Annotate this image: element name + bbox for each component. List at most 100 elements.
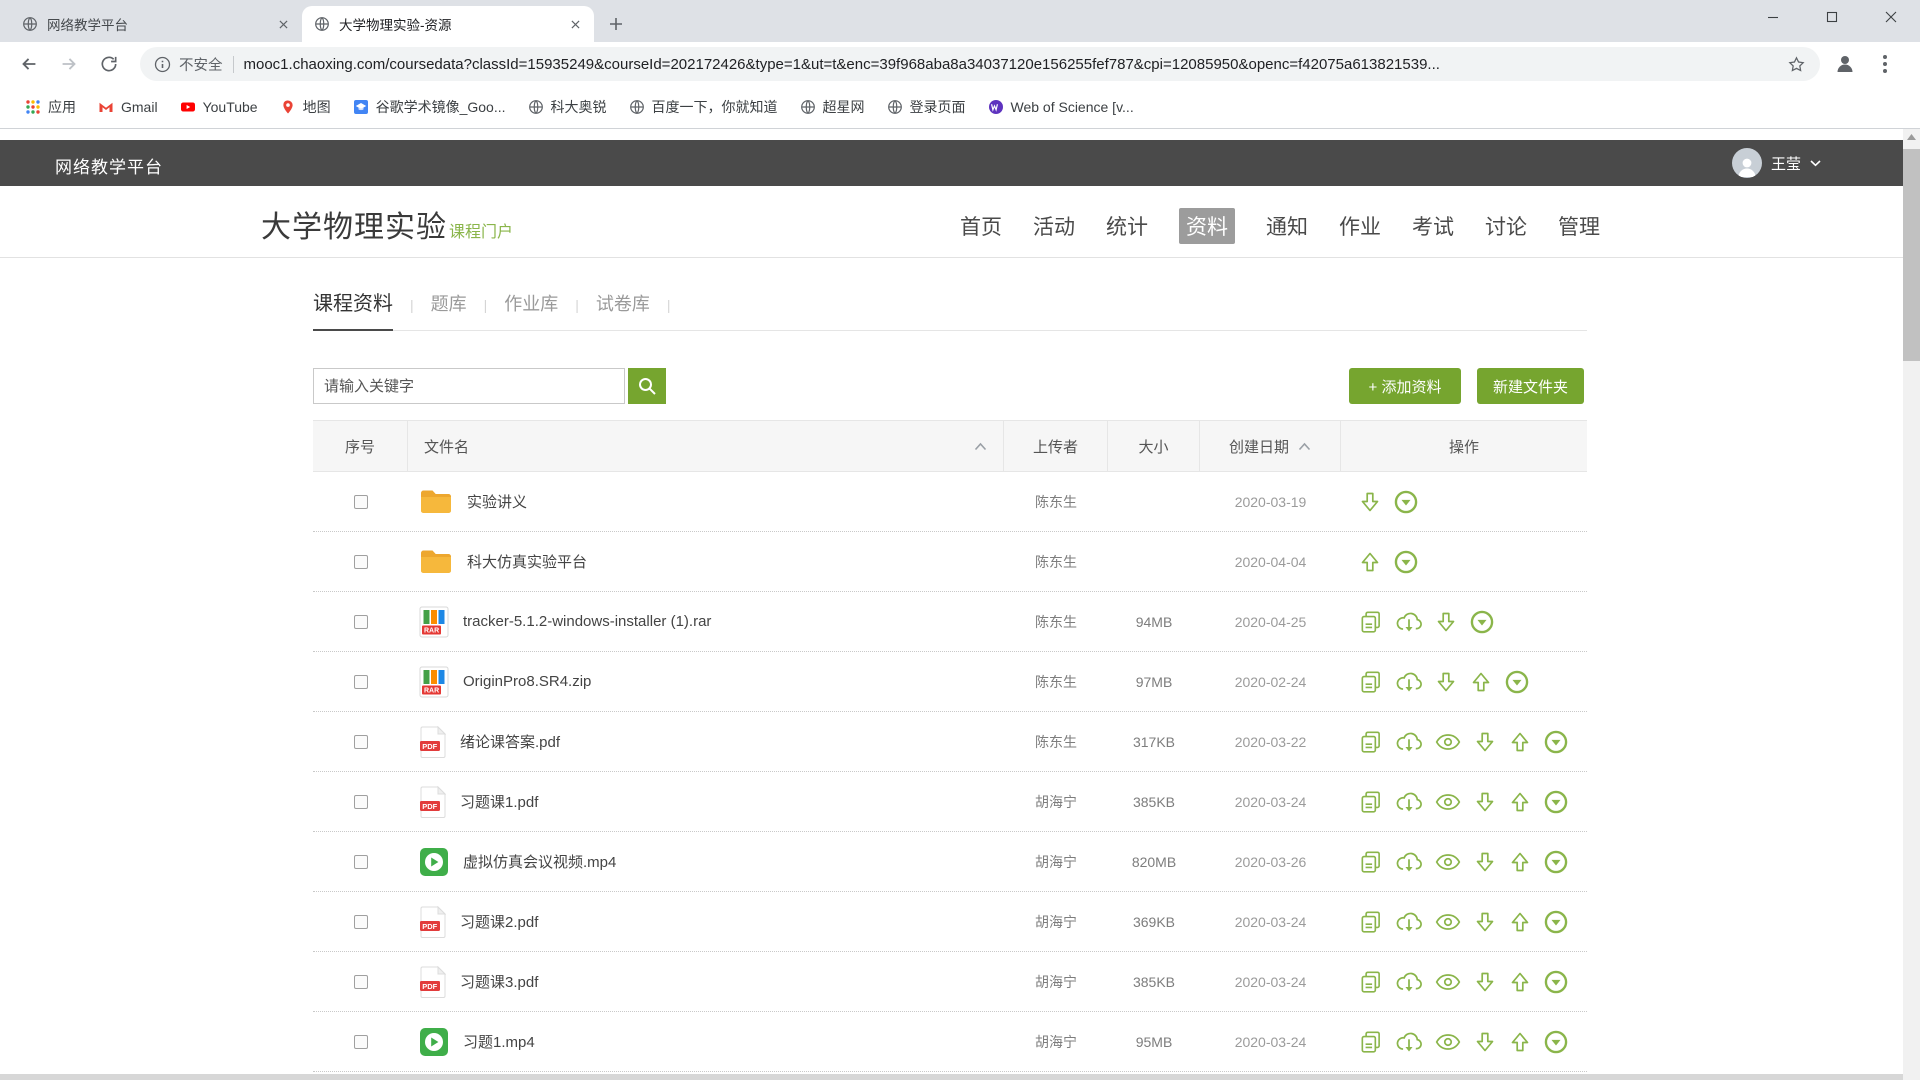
nav-item-1[interactable]: 活动 — [1033, 211, 1075, 241]
nav-item-7[interactable]: 讨论 — [1485, 211, 1527, 241]
eye-icon[interactable] — [1434, 909, 1462, 935]
file-name[interactable]: 习题课2.pdf — [460, 911, 538, 932]
down-arrow-icon[interactable] — [1473, 909, 1497, 935]
down-arrow-icon[interactable] — [1473, 789, 1497, 815]
row-checkbox[interactable] — [354, 1035, 368, 1049]
circle-down-icon[interactable] — [1543, 729, 1569, 755]
eye-icon[interactable] — [1434, 969, 1462, 995]
up-arrow-icon[interactable] — [1508, 789, 1532, 815]
file-name[interactable]: 习题课1.pdf — [460, 791, 538, 812]
add-resource-button[interactable]: + 添加资料 — [1349, 368, 1461, 404]
cloud-download-icon[interactable] — [1395, 1029, 1423, 1055]
eye-icon[interactable] — [1434, 729, 1462, 755]
row-checkbox[interactable] — [354, 495, 368, 509]
bookmark-item-6[interactable]: 百度一下，你就知道 — [618, 93, 789, 121]
down-arrow-icon[interactable] — [1434, 609, 1458, 635]
file-name[interactable]: 实验讲义 — [467, 491, 527, 512]
scroll-up-icon[interactable] — [1903, 129, 1920, 145]
browser-tab-0[interactable]: 网络教学平台 — [10, 6, 302, 42]
bookmark-star-icon[interactable] — [1787, 55, 1806, 74]
site-info-icon[interactable] — [154, 56, 171, 73]
minimize-button[interactable] — [1743, 0, 1802, 33]
nav-item-6[interactable]: 考试 — [1412, 211, 1454, 241]
eye-icon[interactable] — [1434, 849, 1462, 875]
cloud-download-icon[interactable] — [1395, 789, 1423, 815]
subtab-2[interactable]: 作业库 — [504, 290, 558, 329]
back-button[interactable] — [12, 47, 46, 81]
cloud-download-icon[interactable] — [1395, 729, 1423, 755]
bookmark-item-2[interactable]: YouTube — [169, 95, 269, 119]
up-arrow-icon[interactable] — [1358, 549, 1382, 575]
up-arrow-icon[interactable] — [1508, 729, 1532, 755]
menu-dots-icon[interactable] — [1868, 47, 1902, 81]
subtab-3[interactable]: 试卷库 — [596, 290, 650, 329]
vertical-scrollbar[interactable] — [1903, 129, 1920, 1080]
eye-icon[interactable] — [1434, 1029, 1462, 1055]
row-checkbox[interactable] — [354, 675, 368, 689]
down-arrow-icon[interactable] — [1434, 669, 1458, 695]
subtab-1[interactable]: 题库 — [431, 290, 467, 329]
up-arrow-icon[interactable] — [1508, 849, 1532, 875]
sort-caret-icon[interactable] — [974, 442, 987, 451]
profile-icon[interactable] — [1828, 47, 1862, 81]
cloud-download-icon[interactable] — [1395, 849, 1423, 875]
file-name[interactable]: tracker-5.1.2-windows-installer (1).rar — [463, 613, 711, 630]
user-menu[interactable]: 王莹 — [1732, 148, 1821, 178]
circle-down-icon[interactable] — [1543, 1029, 1569, 1055]
up-arrow-icon[interactable] — [1508, 1029, 1532, 1055]
row-checkbox[interactable] — [354, 555, 368, 569]
file-name[interactable]: 习题课3.pdf — [460, 971, 538, 992]
file-name[interactable]: 虚拟仿真会议视频.mp4 — [463, 851, 616, 872]
down-arrow-icon[interactable] — [1358, 489, 1382, 515]
copy-icon[interactable] — [1358, 609, 1384, 635]
circle-down-icon[interactable] — [1393, 549, 1419, 575]
nav-item-5[interactable]: 作业 — [1339, 211, 1381, 241]
down-arrow-icon[interactable] — [1473, 849, 1497, 875]
file-name[interactable]: 习题1.mp4 — [463, 1031, 535, 1052]
nav-item-0[interactable]: 首页 — [960, 211, 1002, 241]
row-checkbox[interactable] — [354, 915, 368, 929]
cloud-download-icon[interactable] — [1395, 969, 1423, 995]
copy-icon[interactable] — [1358, 789, 1384, 815]
circle-down-icon[interactable] — [1504, 669, 1530, 695]
cloud-download-icon[interactable] — [1395, 669, 1423, 695]
scrollbar-thumb[interactable] — [1903, 149, 1920, 361]
circle-down-icon[interactable] — [1543, 849, 1569, 875]
tab-close-icon[interactable] — [274, 15, 292, 33]
search-input[interactable] — [313, 368, 625, 404]
sort-caret-icon[interactable] — [1298, 442, 1311, 451]
maximize-button[interactable] — [1802, 0, 1861, 33]
cloud-download-icon[interactable] — [1395, 909, 1423, 935]
reload-button[interactable] — [92, 47, 126, 81]
row-checkbox[interactable] — [354, 855, 368, 869]
search-button[interactable] — [628, 368, 666, 404]
file-name[interactable]: OriginPro8.SR4.zip — [463, 673, 591, 690]
circle-down-icon[interactable] — [1469, 609, 1495, 635]
nav-item-4[interactable]: 通知 — [1266, 211, 1308, 241]
bookmark-item-7[interactable]: 超星网 — [789, 93, 876, 121]
tab-close-icon[interactable] — [566, 15, 584, 33]
down-arrow-icon[interactable] — [1473, 729, 1497, 755]
bookmark-item-3[interactable]: 地图 — [269, 93, 342, 121]
browser-tab-1[interactable]: 大学物理实验-资源 — [302, 6, 594, 42]
nav-item-8[interactable]: 管理 — [1558, 211, 1600, 241]
subtab-0[interactable]: 课程资料 — [313, 287, 393, 331]
circle-down-icon[interactable] — [1543, 909, 1569, 935]
down-arrow-icon[interactable] — [1473, 969, 1497, 995]
bookmark-item-5[interactable]: 科大奥锐 — [517, 93, 618, 121]
file-name[interactable]: 科大仿真实验平台 — [467, 551, 587, 572]
address-bar[interactable]: 不安全 mooc1.chaoxing.com/coursedata?classI… — [140, 47, 1820, 81]
bookmark-item-8[interactable]: 登录页面 — [876, 93, 977, 121]
copy-icon[interactable] — [1358, 849, 1384, 875]
row-checkbox[interactable] — [354, 795, 368, 809]
forward-button[interactable] — [52, 47, 86, 81]
copy-icon[interactable] — [1358, 909, 1384, 935]
bookmark-item-0[interactable]: 应用 — [14, 93, 87, 121]
eye-icon[interactable] — [1434, 789, 1462, 815]
circle-down-icon[interactable] — [1393, 489, 1419, 515]
row-checkbox[interactable] — [354, 615, 368, 629]
row-checkbox[interactable] — [354, 735, 368, 749]
new-tab-button[interactable] — [602, 10, 630, 38]
row-checkbox[interactable] — [354, 975, 368, 989]
up-arrow-icon[interactable] — [1508, 909, 1532, 935]
